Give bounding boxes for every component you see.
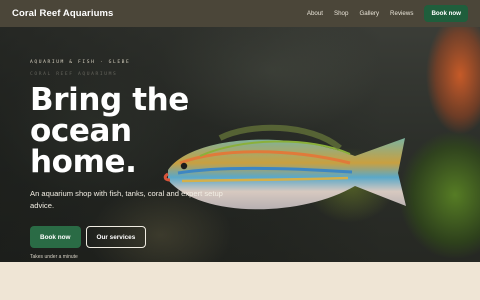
hero-eyebrow: AQUARIUM & FISH · GLEBE — [30, 60, 131, 65]
hero-headline-line1: Bring the ocean — [30, 82, 189, 149]
hero-subtitle: An aquarium shop with fish, tanks, coral… — [30, 189, 223, 210]
nav-link-gallery[interactable]: Gallery — [359, 10, 379, 17]
nav-links: About Shop Gallery Reviews Book now — [296, 5, 468, 22]
brand-logo[interactable]: Coral Reef Aquariums — [12, 8, 113, 19]
book-now-button[interactable]: Book now — [30, 226, 81, 248]
our-services-button[interactable]: Our services — [85, 226, 147, 248]
hero-actions: Book now Our services — [30, 226, 300, 248]
hero-headline-line2: home. — [30, 144, 137, 180]
hero-eyebrow-ghost: CORAL REEF AQUARIUMS — [30, 72, 118, 77]
hero-headline: Bring the ocean home. — [30, 85, 300, 178]
nav-book-now-button[interactable]: Book now — [424, 5, 468, 22]
nav-link-reviews[interactable]: Reviews — [390, 10, 413, 17]
nav-link-shop[interactable]: Shop — [334, 10, 348, 17]
nav-link-about[interactable]: About — [307, 10, 323, 17]
hero-content: AQUARIUM & FISH · GLEBE CORAL REEF AQUAR… — [30, 60, 300, 260]
next-section — [0, 262, 480, 300]
booking-note: Takes under a minute — [30, 254, 78, 260]
top-nav: Coral Reef Aquariums About Shop Gallery … — [0, 0, 480, 27]
